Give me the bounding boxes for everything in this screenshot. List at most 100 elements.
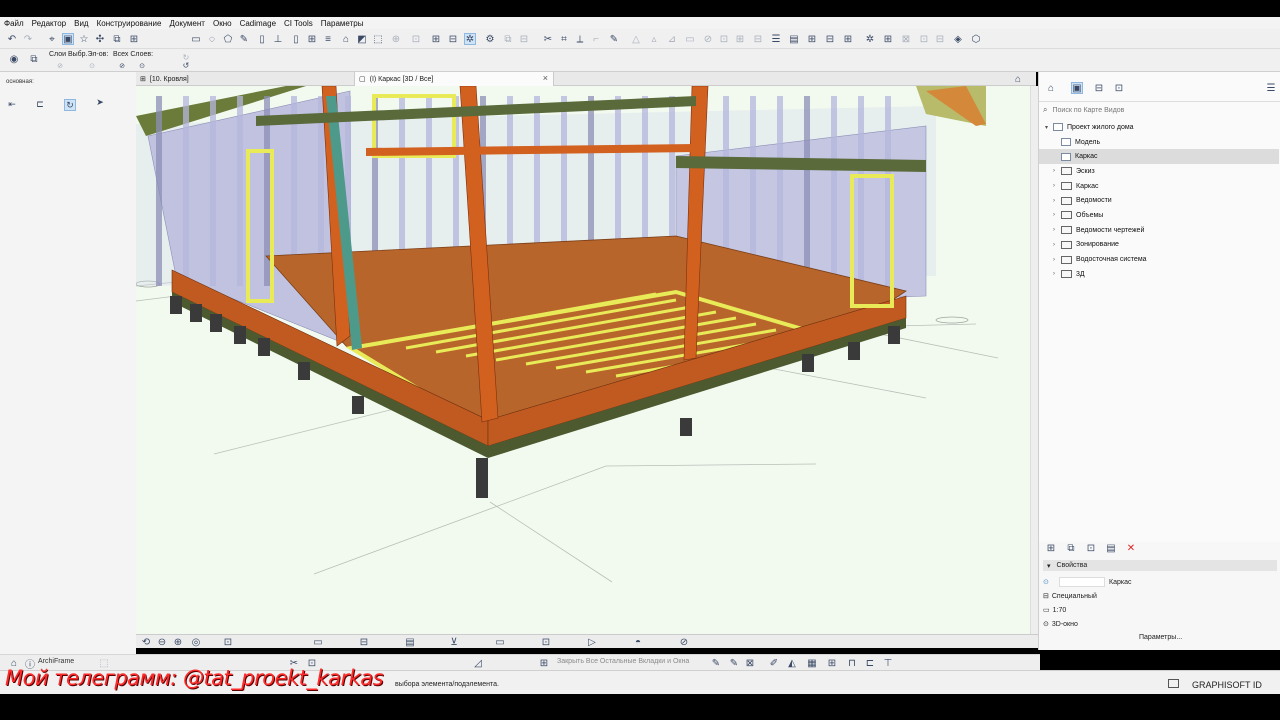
measure-icon[interactable]: ◿ bbox=[472, 657, 484, 669]
tree-folder-schedules[interactable]: › Ведомости bbox=[1039, 193, 1279, 208]
mesh-tool-icon[interactable]: ⬚ bbox=[372, 33, 384, 45]
menu-file[interactable]: Файл bbox=[4, 19, 24, 28]
tree-folder-3d[interactable]: › 3Д bbox=[1039, 267, 1279, 282]
tree-folder-frame[interactable]: › Каркас bbox=[1039, 179, 1279, 194]
suspend-group-icon[interactable]: ⊞ bbox=[128, 33, 140, 45]
tree-root[interactable]: ▾ Проект жилого дома bbox=[1039, 120, 1279, 135]
structure-icon[interactable]: ⊡ bbox=[540, 636, 552, 648]
chevron-right-icon[interactable]: › bbox=[1053, 183, 1061, 189]
eye-visibility-icon[interactable]: ◉ bbox=[8, 53, 20, 65]
tree-folder-volumes[interactable]: › Объемы bbox=[1039, 208, 1279, 223]
layout-book-icon[interactable]: ⊟ bbox=[1093, 82, 1105, 94]
fill-icon[interactable]: ◭ bbox=[786, 657, 798, 669]
layers-toggle-icon[interactable]: ☰ bbox=[770, 33, 782, 45]
split-icon[interactable]: ⌐ bbox=[590, 33, 602, 45]
zoom-out-icon[interactable]: ⊖ bbox=[156, 636, 168, 648]
chevron-right-icon[interactable]: › bbox=[1053, 198, 1061, 204]
menu-window[interactable]: Окно bbox=[213, 19, 232, 28]
layer-combo-icon[interactable]: ▭ bbox=[312, 636, 324, 648]
lock-layer-icon[interactable]: ⊘ bbox=[54, 60, 66, 72]
navigator-menu-icon[interactable]: ☰ bbox=[1265, 82, 1277, 94]
sketch-tool-icon[interactable]: ✎ bbox=[238, 33, 250, 45]
chevron-down-icon[interactable]: ▾ bbox=[1045, 124, 1053, 131]
pointer-icon[interactable]: ➤ bbox=[94, 96, 106, 108]
clip-icon[interactable]: ⊡ bbox=[718, 33, 730, 45]
section-icon[interactable]: ⊟ bbox=[824, 33, 836, 45]
tree-item-frame-selected[interactable]: Каркас bbox=[1039, 149, 1279, 165]
view-id-field[interactable] bbox=[1059, 577, 1105, 587]
building-icon[interactable]: ⊓ bbox=[846, 657, 858, 669]
table-icon[interactable]: ▤ bbox=[788, 33, 800, 45]
hatch-icon[interactable]: ▦ bbox=[806, 657, 818, 669]
redo-icon[interactable]: ↷ bbox=[22, 33, 34, 45]
intersect-icon[interactable]: ⟂ bbox=[574, 33, 586, 45]
tab-menu-icon[interactable]: ⌂ bbox=[1012, 73, 1024, 85]
publish-icon[interactable]: ⊠ bbox=[900, 33, 912, 45]
return-icon[interactable]: ↺ bbox=[180, 59, 192, 71]
fit-window-icon[interactable]: ⊡ bbox=[222, 636, 234, 648]
tree-item-model[interactable]: Модель bbox=[1039, 135, 1279, 150]
dimension-mode-icon[interactable]: ⇤ bbox=[6, 98, 18, 110]
renovation-filter-icon[interactable]: ▷ bbox=[586, 636, 598, 648]
menu-design[interactable]: Конструирование bbox=[97, 19, 162, 28]
offset-tool-icon[interactable]: ⧉ bbox=[502, 33, 514, 45]
property-special-row[interactable]: ⊟ Специальный bbox=[1043, 590, 1277, 602]
attach-icon[interactable]: ⊘ bbox=[702, 33, 714, 45]
chevron-right-icon[interactable]: › bbox=[1053, 227, 1061, 233]
menu-document[interactable]: Документ bbox=[169, 19, 205, 28]
scissors-icon[interactable]: ✂ bbox=[542, 33, 554, 45]
scale-icon[interactable]: ⊟ bbox=[358, 636, 370, 648]
eye-tool-icon[interactable]: ◌ bbox=[206, 33, 218, 45]
graphisoft-id-icon[interactable] bbox=[1168, 679, 1179, 688]
3d-viewport[interactable] bbox=[136, 86, 1030, 634]
grid-tool-icon[interactable]: ⊞ bbox=[430, 33, 442, 45]
graphisoft-id-label[interactable]: GRAPHISOFT ID bbox=[1192, 680, 1262, 690]
chevron-right-icon[interactable]: › bbox=[1053, 168, 1061, 174]
tree-folder-drawing-schedules[interactable]: › Ведомости чертежей bbox=[1039, 223, 1279, 238]
viewport-vertical-scrollbar[interactable] bbox=[1030, 86, 1038, 634]
beam-tool-icon[interactable]: ⊥ bbox=[272, 33, 284, 45]
view-map-icon[interactable]: ▣ bbox=[1071, 82, 1083, 94]
navigator-search[interactable]: ⌕ Поиск по Карте Видов bbox=[1043, 104, 1275, 116]
elevation-icon[interactable]: ⊞ bbox=[842, 33, 854, 45]
geometry-method-icon[interactable]: ⊏ bbox=[34, 98, 46, 110]
new-folder-icon[interactable]: ⊡ bbox=[1085, 542, 1097, 554]
hide-layer-icon[interactable]: ⊘ bbox=[116, 60, 128, 72]
column-tool-icon[interactable]: ▯ bbox=[256, 33, 268, 45]
favorites-star-icon[interactable]: ☆ bbox=[78, 33, 90, 45]
tree-folder-zoning[interactable]: › Зонирование bbox=[1039, 238, 1279, 253]
pen-tool-2-icon[interactable]: ✎ bbox=[728, 657, 740, 669]
tab-roof[interactable]: ⊞ [10. Кровля] bbox=[136, 72, 354, 86]
view-settings-icon[interactable]: ▤ bbox=[1105, 542, 1117, 554]
edit-text-icon[interactable]: ⊠ bbox=[744, 657, 756, 669]
window-tool-icon[interactable]: ⊞ bbox=[306, 33, 318, 45]
publisher-icon[interactable]: ⊡ bbox=[1113, 82, 1125, 94]
chevron-right-icon[interactable]: › bbox=[1053, 242, 1061, 248]
property-scale-row[interactable]: ▭ 1:70 bbox=[1043, 604, 1277, 616]
group-icon[interactable]: ⧉ bbox=[111, 33, 123, 45]
3d-view-icon[interactable]: ◈ bbox=[952, 33, 964, 45]
properties-header[interactable]: ▾ Свойства bbox=[1043, 560, 1277, 571]
view-name-value[interactable]: Каркас bbox=[1109, 579, 1131, 586]
zone-tool-icon[interactable]: ⊡ bbox=[410, 33, 422, 45]
tree-folder-sketch[interactable]: › Эскиз bbox=[1039, 164, 1279, 179]
orbit-icon[interactable]: ◎ bbox=[190, 636, 202, 648]
layers-icon[interactable]: ⧉ bbox=[28, 53, 40, 65]
property-window-row[interactable]: ⊙ 3D-окно bbox=[1043, 618, 1277, 630]
zoom-reset-icon[interactable]: ⟲ bbox=[140, 636, 152, 648]
settings-gear-icon[interactable]: ✲ bbox=[864, 33, 876, 45]
model-view-icon[interactable]: ⊻ bbox=[448, 636, 460, 648]
new-view-icon[interactable]: ⊞ bbox=[1045, 542, 1057, 554]
globe-tool-icon[interactable]: ⊕ bbox=[390, 33, 402, 45]
close-icon[interactable]: × bbox=[543, 73, 548, 83]
brush-icon[interactable]: ✐ bbox=[768, 657, 780, 669]
graphic-override-icon[interactable]: ◓ bbox=[632, 636, 644, 648]
edit-icon[interactable]: ✎ bbox=[608, 33, 620, 45]
mirror-icon[interactable]: ⊞ bbox=[734, 33, 746, 45]
magic-wand-icon[interactable]: ⌗ bbox=[558, 33, 570, 45]
trace-tool-icon[interactable]: ✲ bbox=[464, 33, 476, 45]
lower-icon[interactable]: ▵ bbox=[648, 33, 660, 45]
menu-cadimage[interactable]: Cadimage bbox=[240, 19, 276, 28]
info-box-icon[interactable]: ▣ bbox=[62, 33, 74, 45]
layer-lock-all-icon[interactable]: ⊙ bbox=[136, 60, 148, 72]
